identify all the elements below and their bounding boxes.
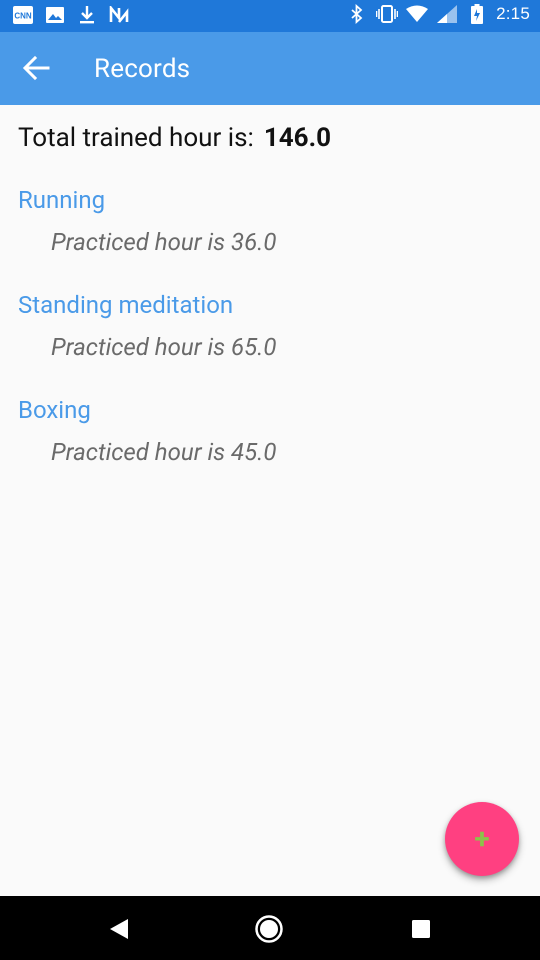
vibrate-icon bbox=[376, 4, 399, 24]
bluetooth-icon bbox=[346, 4, 368, 24]
app-bar: Records bbox=[0, 32, 540, 105]
arrow-left-icon bbox=[22, 55, 50, 81]
record-detail: Practiced hour is 65.0 bbox=[51, 333, 277, 361]
record-detail: Practiced hour is 45.0 bbox=[51, 438, 277, 466]
circle-home-icon bbox=[255, 915, 283, 943]
back-button[interactable] bbox=[20, 52, 52, 84]
status-bar: CNN 2:15 bbox=[0, 0, 540, 32]
signal-icon bbox=[436, 4, 458, 24]
square-recents-icon bbox=[412, 920, 430, 938]
nav-recents-button[interactable] bbox=[406, 914, 436, 944]
record-name[interactable]: Running bbox=[18, 186, 105, 214]
system-icons: 2:15 bbox=[346, 4, 530, 24]
page-title: Records bbox=[94, 54, 191, 84]
status-time: 2:15 bbox=[496, 4, 530, 23]
image-icon bbox=[44, 5, 66, 25]
record-name[interactable]: Standing meditation bbox=[18, 291, 233, 319]
nav-back-button[interactable] bbox=[104, 914, 134, 944]
cnn-icon: CNN bbox=[12, 5, 34, 25]
record-detail: Practiced hour is 36.0 bbox=[51, 228, 277, 256]
navigation-bar bbox=[0, 896, 540, 960]
total-hours-label: Total trained hour is: bbox=[18, 123, 254, 153]
nav-home-button[interactable] bbox=[254, 914, 284, 944]
wifi-icon bbox=[406, 4, 429, 24]
svg-text:CNN: CNN bbox=[14, 12, 32, 21]
triangle-back-icon bbox=[110, 919, 128, 939]
total-hours-summary: Total trained hour is: 146.0 bbox=[18, 123, 331, 153]
notification-icons: CNN bbox=[12, 5, 130, 25]
total-hours-value: 146.0 bbox=[263, 123, 332, 153]
download-icon bbox=[76, 5, 98, 25]
add-record-button[interactable]: + bbox=[445, 802, 519, 876]
n-app-icon bbox=[108, 5, 130, 25]
battery-icon bbox=[466, 4, 488, 24]
record-name[interactable]: Boxing bbox=[18, 396, 91, 424]
plus-icon: + bbox=[474, 822, 490, 855]
